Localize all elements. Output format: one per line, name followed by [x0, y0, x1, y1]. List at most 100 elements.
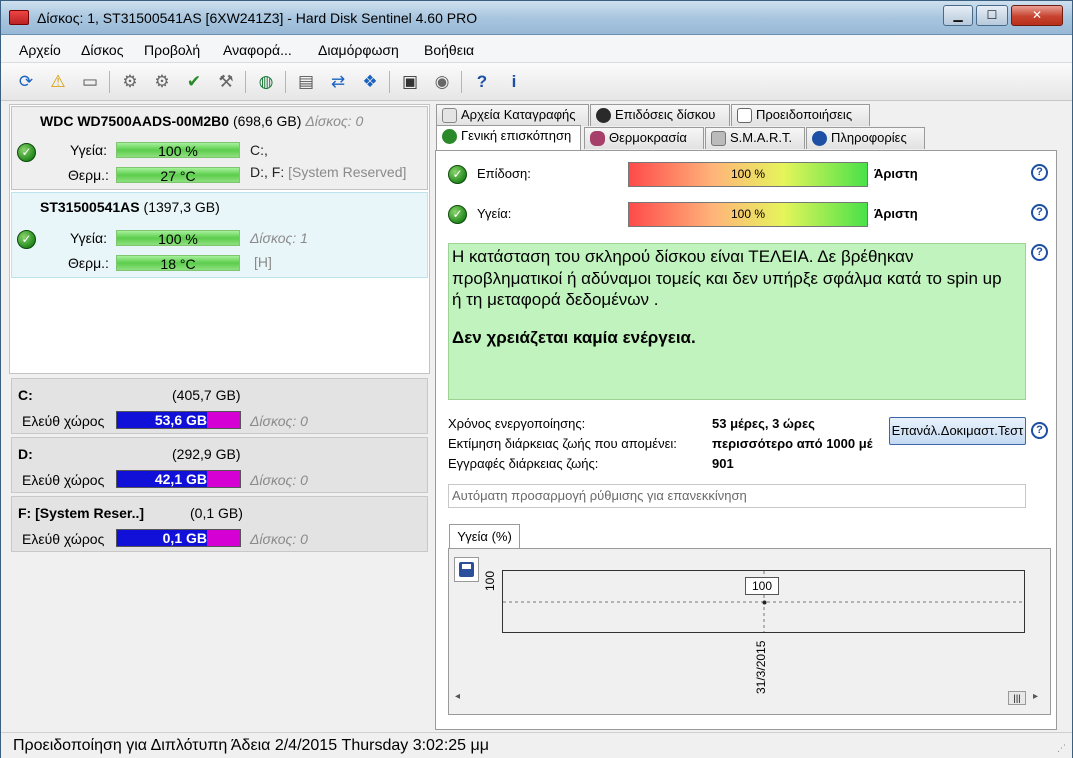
check-icon: ✓	[17, 143, 36, 162]
floppy-icon	[459, 562, 474, 577]
disk-icon[interactable]: ▭	[77, 69, 103, 95]
help-icon[interactable]: ?	[1031, 204, 1048, 221]
menu-help[interactable]: Βοήθεια	[424, 42, 474, 58]
partition-d[interactable]: D: (292,9 GB) Ελεύθ χώρος 42,1 GB Δίσκος…	[11, 437, 428, 493]
warning-icon[interactable]: ⚠	[45, 69, 71, 95]
disk-icon	[711, 131, 726, 146]
partition-size: (405,7 GB)	[172, 387, 241, 403]
info-icon[interactable]: i	[501, 69, 527, 95]
status-message-text: Η κατάσταση του σκληρού δίσκου είναι ΤΕΛ…	[452, 247, 1002, 309]
auto-adjust-field[interactable]: Αυτόματη προσαρμογή ρύθμισης για επανεκκ…	[448, 484, 1026, 508]
close-button[interactable]: ✕	[1011, 5, 1063, 26]
partition-letter: F: [System Reser..]	[18, 505, 145, 521]
free-space-bar: 0,1 GB	[116, 529, 241, 547]
menu-disk[interactable]: Δίσκος	[81, 42, 123, 58]
tab-log[interactable]: Αρχεία Καταγραφής	[436, 104, 589, 126]
tab-label: Αρχεία Καταγραφής	[461, 107, 576, 122]
globe-icon[interactable]: ◍	[253, 69, 279, 95]
minimize-button[interactable]: ▁	[943, 5, 973, 26]
tab-label: Προειδοποιήσεις	[756, 107, 853, 122]
tab-information[interactable]: Πληροφορίες	[806, 127, 925, 149]
document-icon[interactable]: ▤	[293, 69, 319, 95]
status-message-action: Δεν χρειάζεται καμία ενέργεια.	[452, 328, 696, 347]
disk-model: WDC WD7500AADS-00M2B0	[40, 113, 230, 129]
disk-tool-icon[interactable]: ⚙	[117, 69, 143, 95]
document-icon	[737, 108, 752, 123]
health-bar: 100 %	[116, 230, 240, 247]
disk-item-1[interactable]: ST31500541AS (1397,3 GB) ✓ Υγεία: 100 % …	[11, 192, 428, 278]
menu-configuration[interactable]: Διαμόρφωση	[318, 42, 399, 58]
performance-bar: 100 %	[628, 162, 868, 187]
tab-label: Θερμοκρασία	[609, 130, 687, 145]
tab-smart[interactable]: S.M.A.R.T.	[705, 127, 805, 149]
title-bar[interactable]: Δίσκος: 1, ST31500541AS [6XW241Z3] - Har…	[1, 1, 1072, 35]
disk-number: Δίσκος: 1	[250, 230, 308, 246]
refresh-arrows-icon[interactable]: ⇄	[325, 69, 351, 95]
menu-view[interactable]: Προβολή	[144, 42, 200, 58]
tab-performance[interactable]: Επιδόσεις δίσκου	[590, 104, 730, 126]
menu-file[interactable]: Αρχείο	[19, 42, 61, 58]
retest-button[interactable]: Επανάλ.Δοκιμαστ.Τεστ	[889, 417, 1026, 445]
partition-c[interactable]: C: (405,7 GB) Ελεύθ χώρος 53,6 GB Δίσκος…	[11, 378, 428, 434]
free-space-label: Ελεύθ χώρος	[22, 413, 105, 429]
scroll-left-icon[interactable]: ◂	[455, 691, 460, 702]
health-bar: 100 %	[116, 142, 240, 159]
help-icon[interactable]: ?	[1031, 422, 1048, 439]
horizontal-scrollbar[interactable]: ◂ ||| ▸	[455, 690, 1043, 707]
disk-tool-icon-2[interactable]: ⚙	[149, 69, 175, 95]
disk-item-0[interactable]: WDC WD7500AADS-00M2B0 (698,6 GB) Δίσκος:…	[11, 106, 428, 190]
help-icon[interactable]: ?	[1031, 244, 1048, 261]
drive-letters-2: D:, F: [System Reserved]	[250, 164, 406, 180]
menu-bar: Αρχείο Δίσκος Προβολή Αναφορά... Διαμόρφ…	[1, 35, 1072, 63]
tab-health-chart[interactable]: Υγεία (%)	[449, 524, 520, 549]
lifetime-label: Εκτίμηση διάρκειας ζωής που απομένει:	[448, 436, 677, 451]
health-bar: 100 %	[628, 202, 868, 227]
help-icon[interactable]: ?	[1031, 164, 1048, 181]
tab-label: S.M.A.R.T.	[730, 130, 793, 145]
network-icon[interactable]: ❖	[357, 69, 383, 95]
disk-size: (698,6 GB)	[232, 113, 302, 129]
health-chart-panel: 100 31/3/2015 100 ◂ ||| ▸	[448, 548, 1051, 715]
tab-temperature[interactable]: Θερμοκρασία	[584, 127, 704, 149]
save-button[interactable]	[454, 557, 479, 582]
status-bar: Προειδοποίηση για Διπλότυπη Άδεια 2/4/20…	[1, 732, 1072, 758]
scroll-thumb[interactable]: |||	[1008, 691, 1026, 705]
temperature-bar: 18 °C	[116, 255, 240, 272]
health-label: Υγεία:	[70, 230, 108, 246]
drive-letters: C:,	[250, 142, 268, 158]
gauge-icon	[596, 108, 611, 123]
resize-grip-icon[interactable]: ⋰	[1057, 743, 1066, 754]
disk-check-icon[interactable]: ✔	[181, 69, 207, 95]
system-reserved-label: [System Reserved]	[288, 164, 407, 180]
menu-report[interactable]: Αναφορά...	[223, 42, 292, 58]
left-panel: WDC WD7500AADS-00M2B0 (698,6 GB) Δίσκος:…	[9, 104, 430, 730]
disk-tool-icon-3[interactable]: ⚒	[213, 69, 239, 95]
free-space-bar: 42,1 GB	[116, 470, 241, 488]
speaker-icon[interactable]: ◉	[429, 69, 455, 95]
free-space-value: 42,1 GB	[154, 471, 207, 487]
scroll-right-icon[interactable]: ▸	[1033, 691, 1038, 702]
temperature-bar: 27 °C	[116, 167, 240, 184]
power-on-label: Χρόνος ενεργοποίησης:	[448, 416, 586, 431]
tab-alerts[interactable]: Προειδοποιήσεις	[731, 104, 870, 126]
partition-disk: Δίσκος: 0	[250, 472, 308, 488]
temperature-label: Θερμ.:	[68, 255, 109, 271]
app-icon[interactable]	[9, 10, 29, 25]
partition-disk: Δίσκος: 0	[250, 413, 308, 429]
temperature-label: Θερμ.:	[68, 167, 109, 183]
partition-f[interactable]: F: [System Reser..] (0,1 GB) Ελεύθ χώρος…	[11, 496, 428, 552]
window-title: Δίσκος: 1, ST31500541AS [6XW241Z3] - Har…	[37, 10, 478, 26]
help-icon[interactable]: ?	[469, 69, 495, 95]
monitor-icon[interactable]: ▣	[397, 69, 423, 95]
lifetime-value: περισσότερο από 1000 μέ	[712, 436, 873, 451]
tab-label: Γενική επισκόπηση	[461, 128, 572, 143]
tab-label: Πληροφορίες	[831, 130, 907, 145]
refresh-icon[interactable]: ⟳	[13, 69, 39, 95]
check-icon	[442, 129, 457, 144]
maximize-button[interactable]: ☐	[976, 5, 1008, 26]
status-message: Η κατάσταση του σκληρού δίσκου είναι ΤΕΛ…	[448, 243, 1026, 400]
y-tick-label: 100	[483, 570, 497, 591]
tab-overview[interactable]: Γενική επισκόπηση	[436, 125, 581, 150]
app-window: Δίσκος: 1, ST31500541AS [6XW241Z3] - Har…	[0, 0, 1073, 758]
free-space-label: Ελεύθ χώρος	[22, 531, 105, 547]
